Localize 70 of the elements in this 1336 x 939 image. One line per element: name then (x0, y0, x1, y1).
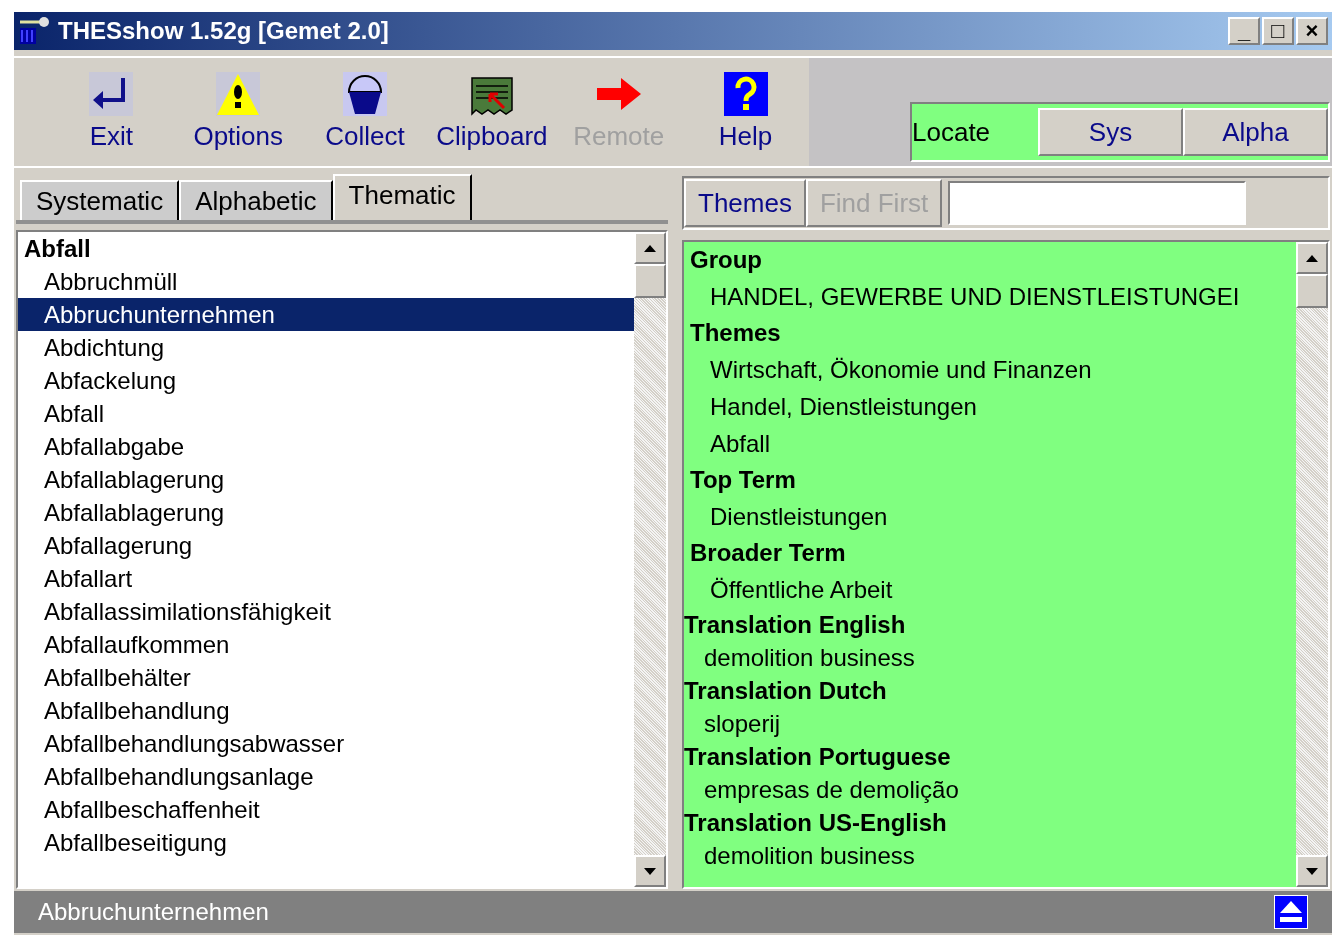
window-control[interactable]: _ (1228, 17, 1260, 45)
bucket-icon (343, 71, 388, 116)
section-heading: Translation Dutch (684, 676, 888, 706)
locate-label: Locate (912, 115, 992, 149)
section-item: Wirtschaft, Ökonomie und Finanzen (709, 355, 1093, 385)
list-item[interactable]: Abfallagerung (18, 529, 634, 562)
scroll-up-button[interactable] (1296, 242, 1328, 274)
help-icon (723, 71, 768, 116)
section-heading: Translation English (684, 610, 907, 640)
list-item[interactable]: Abfallbehandlung (18, 694, 634, 727)
list-item[interactable]: Abfallabgabe (18, 430, 634, 463)
section-heading: Translation US-English (684, 808, 948, 838)
toolbar-button[interactable]: Options (174, 58, 302, 166)
list-item[interactable]: Abbruchmüll (18, 265, 634, 298)
section-item: HANDEL, GEWERBE UND DIENSTLEISTUNGEI (709, 282, 1241, 312)
list-heading: Abfall (23, 234, 92, 264)
list-item[interactable]: Abfallbeschaffenheit (18, 793, 634, 826)
status-text: Abbruchunternehmen (38, 897, 270, 927)
warning-icon (216, 71, 261, 116)
up-arrow-icon (1306, 254, 1318, 262)
list-item[interactable]: Abfallablagerung (18, 463, 634, 496)
scroll-down-button[interactable] (1296, 855, 1328, 887)
list-item[interactable]: Abfallbehandlungsabwasser (18, 727, 634, 760)
section-item: Öffentliche Arbeit (709, 575, 894, 605)
eject-icon[interactable] (1274, 895, 1308, 929)
section-heading: Group (689, 245, 763, 275)
scroll-thumb[interactable] (634, 264, 666, 298)
section-item: demolition business (703, 841, 916, 871)
list-item[interactable]: Abdichtung (18, 331, 634, 364)
locate-button[interactable]: Sys (1038, 108, 1183, 156)
key-icon (18, 16, 52, 46)
down-arrow-icon (644, 867, 656, 875)
tab[interactable]: Thematic (332, 174, 472, 220)
panel-button[interactable]: Themes (684, 179, 806, 227)
toolbar-button[interactable]: Collect (301, 58, 429, 166)
down-arrow-icon (1306, 867, 1318, 875)
list-item[interactable]: Abfallbehandlungsanlage (18, 760, 634, 793)
list-item[interactable]: Abfall (18, 397, 634, 430)
section-item: sloperij (703, 709, 782, 739)
section-heading: Top Term (689, 465, 797, 495)
list-item[interactable]: Abfallart (18, 562, 634, 595)
section-heading: Broader Term (689, 538, 847, 568)
list-item[interactable]: Abfallassimilationsfähigkeit (18, 595, 634, 628)
search-field[interactable] (948, 181, 1247, 225)
list-item[interactable]: Abfallbeseitigung (18, 826, 634, 859)
window-control[interactable]: □ (1262, 17, 1294, 45)
tab[interactable]: Alphabetic (179, 180, 333, 220)
section-item: Handel, Dienstleistungen (709, 392, 978, 422)
list-item[interactable]: Abfallaufkommen (18, 628, 634, 661)
list-item[interactable]: Abbruchunternehmen (18, 298, 634, 331)
section-item: Abfall (709, 429, 772, 459)
list-item[interactable]: Abfallbehälter (18, 661, 634, 694)
list-item[interactable]: Abfackelung (18, 364, 634, 397)
section-item: Dienstleistungen (709, 502, 889, 532)
scroll-down-button[interactable] (634, 855, 666, 887)
section-item: empresas de demolição (703, 775, 960, 805)
section-heading: Themes (689, 318, 782, 348)
window-title: THESshow 1.52g [Gemet 2.0] (58, 16, 390, 46)
toolbar-button[interactable]: Help (682, 58, 809, 166)
scroll-thumb[interactable] (1296, 274, 1328, 308)
section-item: demolition business (703, 643, 916, 673)
locate-button[interactable]: Alpha (1183, 108, 1328, 156)
list-item[interactable]: Abfallablagerung (18, 496, 634, 529)
toolbar-button[interactable]: Exit (48, 58, 175, 166)
up-arrow-icon (644, 244, 656, 252)
toolbar-button[interactable]: Clipboard (428, 58, 556, 166)
section-heading: Translation Portuguese (684, 742, 952, 772)
scroll-up-button[interactable] (634, 232, 666, 264)
tab[interactable]: Systematic (20, 180, 180, 220)
window-control[interactable]: × (1296, 17, 1328, 45)
